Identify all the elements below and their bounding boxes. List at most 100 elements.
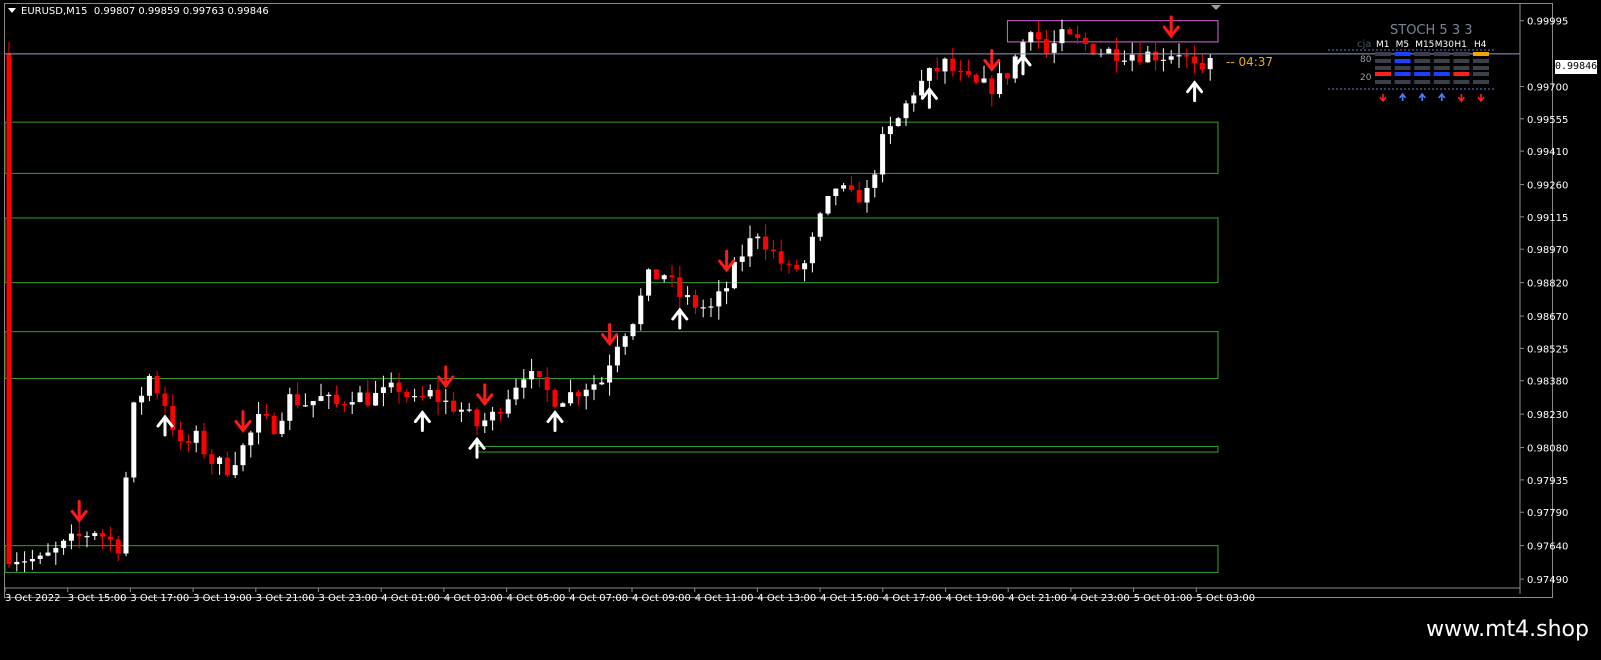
candle-body [326,394,332,397]
price-tick-label: 0.98525 [1527,344,1568,355]
candle-body [22,561,28,563]
stoch-level-high: 80 [1360,55,1372,65]
candle-body [490,411,496,421]
candle-body [653,269,659,280]
candle-body [724,288,730,292]
time-tick-label: 4 Oct 09:00 [632,593,691,604]
price-tick-label: 0.98080 [1527,444,1568,455]
stoch-down-arrow-icon [1477,94,1485,103]
candle-body [841,185,847,189]
candle-body [981,78,987,83]
stoch-cell [1394,80,1411,84]
time-tick-label: 4 Oct 13:00 [757,593,816,604]
candle-body [271,415,277,435]
price-tick-label: 0.99115 [1527,213,1568,224]
time-tick-label: 5 Oct 01:00 [1134,593,1193,604]
demand-zone [4,121,1219,174]
candle-body [404,391,410,398]
candle-body [380,387,386,393]
candle-body [1145,51,1151,63]
stoch-cell [1414,80,1431,84]
stoch-cell [1414,59,1431,63]
sell-arrow-icon [234,410,252,434]
stoch-title: STOCH 5 3 3 [1390,23,1473,38]
stoch-cell [1473,59,1489,63]
candle-body [37,555,43,560]
buy-arrow-icon [413,410,431,433]
price-tick-label: 0.99555 [1527,115,1568,126]
candle-body [614,346,620,366]
stoch-cell [1375,52,1391,56]
sell-arrow-icon [983,48,1001,72]
candle-body [1106,48,1112,54]
candle-body [435,390,441,402]
time-tick-label: 4 Oct 05:00 [507,593,566,604]
stoch-cell [1433,80,1450,84]
time-tick-label: 3 Oct 2022 [5,593,60,604]
candle-body [926,68,932,81]
candle-body [412,396,418,398]
sell-arrow-icon [476,383,494,407]
candle-body [1160,59,1166,61]
candle-body [856,189,862,203]
buy-arrow-icon [1186,80,1204,103]
stoch-timeframe-label: H4 [1474,40,1487,50]
candle-body [443,400,449,402]
candle-body [1036,32,1042,40]
candle-body [76,533,82,537]
stoch-cell [1453,52,1470,56]
candle-body [692,295,698,308]
candle-body [786,263,792,265]
candle-body [895,118,901,127]
ohlc-values: 0.99807 0.99859 0.99763 0.99846 [93,6,269,17]
candle-body [474,409,480,427]
price-tick-label: 0.97790 [1527,508,1568,519]
candle-body [794,264,800,270]
stoch-up-arrow-icon [1398,92,1407,101]
price-tick-label: 0.97935 [1527,476,1568,487]
stoch-cell [1453,59,1470,63]
candle-body [739,256,745,262]
buy-arrow-icon [546,410,564,433]
candle-body [279,420,285,435]
demand-zone [4,217,1219,284]
stoch-cell [1433,59,1450,63]
candle-body [287,394,293,421]
candle-body [731,261,737,289]
candle-body [263,413,269,416]
stoch-cell [1414,52,1431,56]
candle-body [513,387,519,400]
time-tick-label: 5 Oct 03:00 [1196,593,1255,604]
price-chart[interactable]: -- 04:37 0.99995 0.99700 0.99555 0.99410 0.99… [0,0,1601,626]
candle-body [248,432,254,446]
stoch-cell [1453,80,1470,84]
candle-body [997,73,1003,95]
stoch-cell [1375,66,1391,70]
shift-marker-icon[interactable] [1211,5,1221,10]
candle-body [521,379,527,388]
candle-body [6,53,12,565]
candle-body [591,384,597,390]
candle-body [848,185,854,190]
candle-body [747,238,753,257]
buy-arrow-icon [920,86,938,109]
stoch-cell [1414,66,1431,70]
candle-body [809,236,815,264]
stoch-timeframe-label: M30 [1435,40,1454,50]
candle-body [872,174,878,188]
time-tick-label: 4 Oct 15:00 [820,593,879,604]
candle-body [1153,51,1159,61]
stoch-down-arrow-icon [1379,94,1387,103]
candle-body [1192,56,1198,63]
candle-body [1129,54,1135,61]
candle-body [973,74,979,83]
time-tick-label: 4 Oct 03:00 [444,593,503,604]
candle-body [708,306,714,308]
dropdown-triangle-icon[interactable] [8,8,16,13]
candle-body [1004,73,1010,79]
stoch-corner-label: cja [1357,39,1371,50]
stoch-timeframe-label: M15 [1415,40,1434,50]
symbol-label: EURUSD,M15 [21,6,88,17]
candle-body [349,402,355,405]
candle-body [630,324,636,337]
